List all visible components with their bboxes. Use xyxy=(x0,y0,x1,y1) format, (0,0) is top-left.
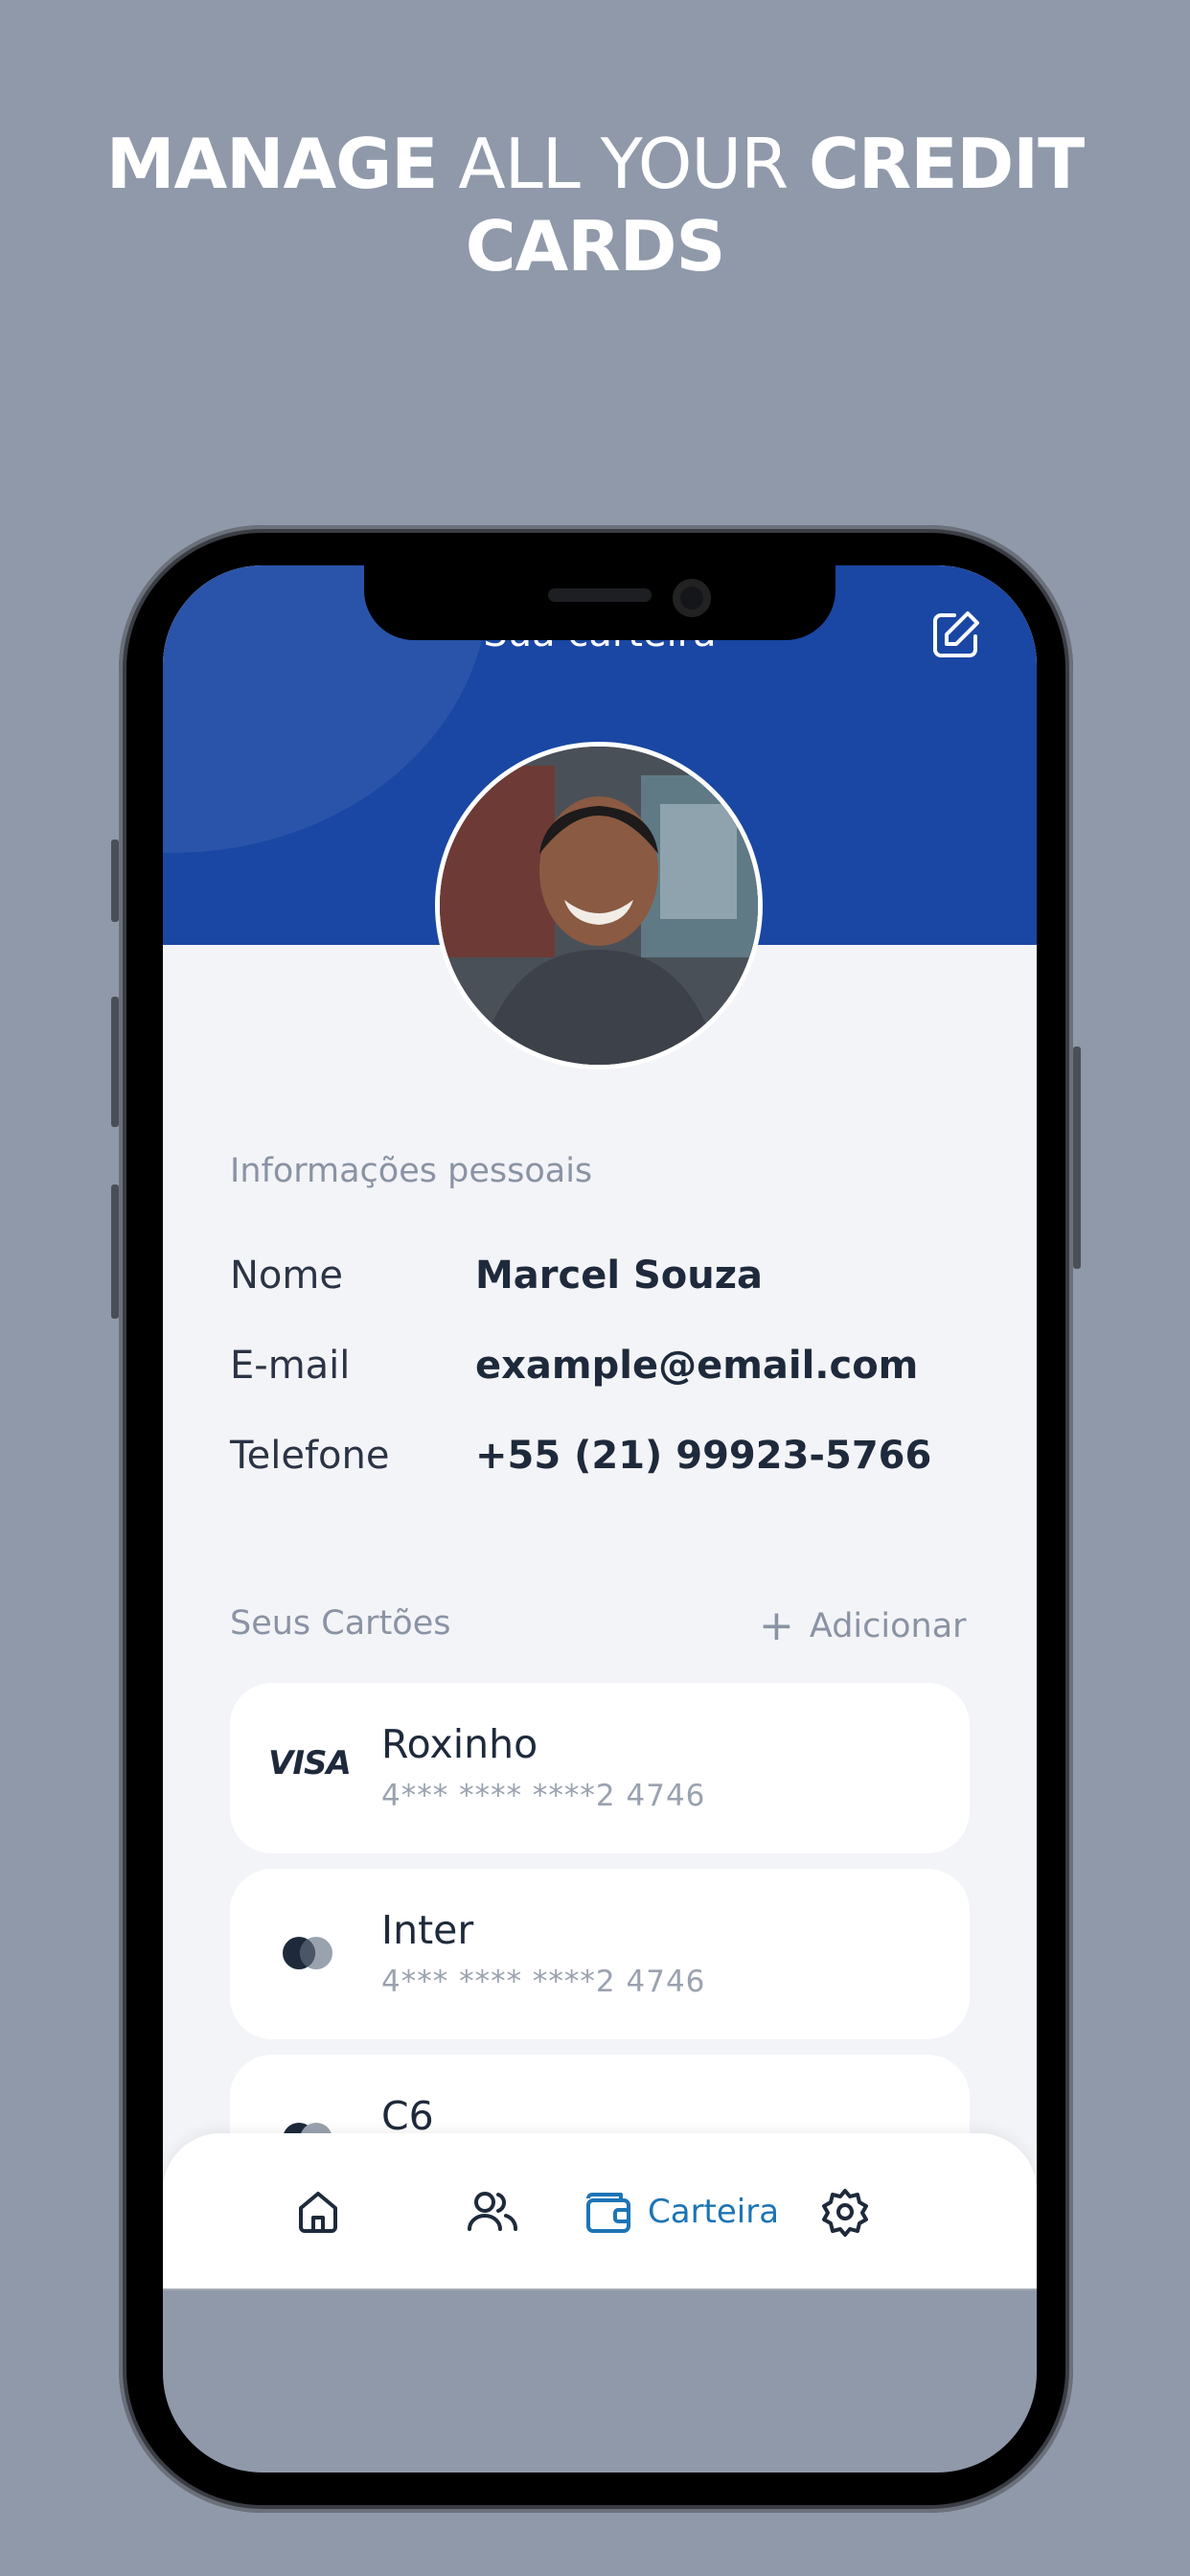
wallet-icon xyxy=(586,2193,630,2233)
home-icon xyxy=(299,2192,337,2233)
edit-icon xyxy=(933,611,979,657)
wallet-screen: Sua carteira I xyxy=(163,565,1037,2290)
email-label: E-mail xyxy=(230,1344,351,1388)
tab-contacts[interactable] xyxy=(466,2185,519,2239)
card-name: Inter xyxy=(381,1907,474,1953)
card-item-inter[interactable]: Inter 4*** **** ****2 4746 xyxy=(230,1869,970,2039)
avatar-photo xyxy=(440,747,758,1065)
headline-words-all-your: ALL YOUR xyxy=(458,124,789,204)
front-camera xyxy=(673,579,711,617)
phone-value: +55 (21) 99923-5766 xyxy=(475,1434,932,1478)
phone-volume-up xyxy=(111,997,119,1127)
cards-heading: Seus Cartões xyxy=(230,1604,451,1643)
screen-bottom-edge xyxy=(163,2288,1037,2290)
phone-power-button xyxy=(1073,1046,1081,1269)
card-name: Roxinho xyxy=(381,1721,538,1767)
plus-icon: + xyxy=(759,1601,794,1650)
users-icon xyxy=(468,2192,517,2231)
promo-headline: MANAGE ALL YOUR CREDIT CARDS xyxy=(0,123,1190,288)
visa-logo: VISA xyxy=(268,1744,352,1782)
headline-word-credit: CREDIT xyxy=(809,124,1085,204)
tab-wallet-label: Carteira xyxy=(648,2193,780,2231)
email-value: example@email.com xyxy=(475,1344,919,1388)
tab-settings[interactable] xyxy=(820,2185,870,2239)
mastercard-icon xyxy=(283,1937,332,1969)
headline-line-2: CARDS xyxy=(465,206,726,287)
name-label: Nome xyxy=(230,1254,343,1298)
phone-silent-switch xyxy=(111,840,119,922)
headline-word-manage: MANAGE xyxy=(105,124,439,204)
tab-wallet[interactable]: Carteira xyxy=(583,2185,779,2239)
card-number: 4*** **** ****2 4746 xyxy=(381,1965,706,1999)
bottom-tab-bar: Carteira xyxy=(163,2133,1037,2290)
phone-notch xyxy=(364,565,835,640)
settings-icon xyxy=(822,2189,868,2237)
tab-home[interactable] xyxy=(293,2185,343,2239)
name-value: Marcel Souza xyxy=(475,1254,764,1298)
phone-volume-down xyxy=(111,1184,119,1319)
personal-info-heading: Informações pessoais xyxy=(230,1152,593,1190)
headline-line-1: MANAGE ALL YOUR CREDIT xyxy=(0,123,1190,205)
phone-label: Telefone xyxy=(230,1434,390,1478)
phone-screen: Sua carteira I xyxy=(163,565,1037,2472)
add-card-button[interactable]: + Adicionar xyxy=(759,1602,967,1650)
card-number: 4*** **** ****2 4746 xyxy=(381,1779,706,1813)
edit-profile-button[interactable] xyxy=(929,608,983,661)
add-card-label: Adicionar xyxy=(809,1607,967,1645)
card-item-roxinho[interactable]: VISA Roxinho 4*** **** ****2 4746 xyxy=(230,1683,970,1853)
speaker-grille xyxy=(548,588,652,602)
avatar[interactable] xyxy=(435,742,763,1070)
card-name: C6 xyxy=(381,2093,434,2139)
